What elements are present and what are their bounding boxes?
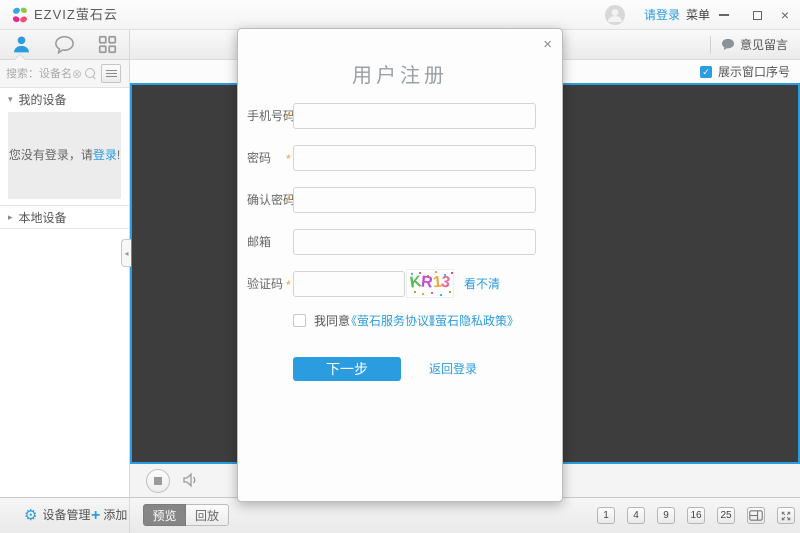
sidebar-collapse-handle[interactable]: ◂ xyxy=(121,239,131,267)
email-label: 邮箱 xyxy=(247,229,271,255)
person-icon xyxy=(11,34,32,55)
toolbar-divider xyxy=(710,36,711,54)
email-field-row: 邮箱 xyxy=(238,229,562,255)
captcha-input[interactable] xyxy=(293,271,405,297)
layout-16-button[interactable]: 16 xyxy=(687,507,705,524)
menu-lines-icon xyxy=(106,70,117,71)
minimize-icon xyxy=(719,14,729,16)
captcha-field-row: 验证码 * K R 1 3 看不清 xyxy=(238,271,562,297)
titlebar-menu-button[interactable]: 菜单 xyxy=(686,0,710,30)
agree-checkbox[interactable] xyxy=(293,314,306,327)
search-icon[interactable] xyxy=(84,67,97,80)
show-window-number-label: 展示窗口序号 xyxy=(718,63,790,80)
titlebar: EZVIZ萤石云 请登录 菜单 × xyxy=(0,0,800,30)
password-label: 密码 xyxy=(247,145,271,171)
tab-preview[interactable]: 预览 xyxy=(143,504,186,526)
tab-messages[interactable] xyxy=(43,30,86,59)
gear-icon: ⚙ xyxy=(24,498,37,533)
required-mark: * xyxy=(286,188,291,214)
captcha-image[interactable]: K R 1 3 xyxy=(406,269,454,298)
dialog-close-button[interactable]: × xyxy=(543,36,552,53)
caret-right-icon: ▸ xyxy=(8,212,13,223)
split-layout-icon xyxy=(749,510,763,521)
user-avatar-icon xyxy=(605,5,625,25)
layout-25-button[interactable]: 25 xyxy=(717,507,735,524)
login-notice-link[interactable]: 登录 xyxy=(93,148,117,162)
phone-field-row: 手机号码 * xyxy=(238,103,562,129)
layout-4-button[interactable]: 4 xyxy=(627,507,645,524)
tab-gallery[interactable] xyxy=(86,30,129,59)
mode-switcher: 预览 回放 xyxy=(143,504,229,526)
login-notice: 您没有登录，请登录! xyxy=(8,112,121,199)
feedback-label: 意见留言 xyxy=(740,36,788,53)
device-management-label: 设备管理 xyxy=(42,498,90,533)
my-devices-label: 我的设备 xyxy=(19,91,67,108)
password-input[interactable] xyxy=(293,145,536,171)
email-input[interactable] xyxy=(293,229,536,255)
device-search-bar: ⊗ xyxy=(0,60,129,88)
speaker-icon xyxy=(182,472,200,488)
layout-9-button[interactable]: 9 xyxy=(657,507,675,524)
sidebar-footer: ⚙ 设备管理 + 添加 xyxy=(0,498,130,533)
back-to-login-link[interactable]: 返回登录 xyxy=(429,357,477,381)
register-dialog: × 用户注册 手机号码 * 密码 * 确认密码 * 邮箱 验证码 * K R 1… xyxy=(237,28,563,502)
device-management-button[interactable]: ⚙ 设备管理 xyxy=(24,498,90,533)
add-device-button[interactable]: + 添加 xyxy=(91,498,127,533)
confirm-password-field-row: 确认密码 * xyxy=(238,187,562,213)
bottom-bar: ⚙ 设备管理 + 添加 预览 回放 1 4 9 16 25 xyxy=(0,497,800,533)
search-input[interactable] xyxy=(6,68,72,80)
close-icon: × xyxy=(781,7,789,23)
dialog-title: 用户注册 xyxy=(238,59,562,88)
stop-button[interactable] xyxy=(146,469,170,493)
tab-playback[interactable]: 回放 xyxy=(186,504,229,526)
maximize-icon xyxy=(753,11,762,20)
password-field-row: 密码 * xyxy=(238,145,562,171)
local-devices-label: 本地设备 xyxy=(19,209,67,226)
phone-input[interactable] xyxy=(293,103,536,129)
feedback-button[interactable]: 意见留言 xyxy=(721,36,788,53)
volume-button[interactable] xyxy=(182,472,200,491)
sidebar-tabs xyxy=(0,30,129,60)
ezviz-logo-icon xyxy=(11,6,29,24)
close-window-button[interactable]: × xyxy=(772,0,798,30)
close-icon: × xyxy=(543,36,552,53)
device-tree: ▾ 我的设备 您没有登录，请登录! ▸ 本地设备 xyxy=(0,88,129,497)
required-mark: * xyxy=(286,272,291,298)
plus-icon: + xyxy=(91,508,100,524)
layout-buttons: 1 4 9 16 25 xyxy=(597,507,795,524)
add-label: 添加 xyxy=(103,498,127,533)
avatar[interactable] xyxy=(605,5,625,25)
titlebar-login-link[interactable]: 请登录 xyxy=(644,0,680,30)
show-window-number-checkbox[interactable]: ✓ xyxy=(700,66,712,78)
chat-bubble-icon xyxy=(54,35,75,54)
app-title: EZVIZ萤石云 xyxy=(34,0,118,30)
my-devices-group[interactable]: ▾ 我的设备 xyxy=(0,88,129,111)
privacy-policy-link[interactable]: 《萤石隐私政策》 xyxy=(423,313,519,329)
grid-icon xyxy=(98,35,117,54)
collapse-arrow-icon: ◂ xyxy=(124,249,128,258)
confirm-password-input[interactable] xyxy=(293,187,536,213)
check-icon: ✓ xyxy=(702,67,710,77)
required-mark: * xyxy=(286,104,291,130)
caret-down-icon: ▾ xyxy=(8,94,13,105)
next-step-button[interactable]: 下一步 xyxy=(293,357,401,381)
maximize-button[interactable] xyxy=(744,0,770,30)
agreement-row: 我同意 《萤石服务协议》 《萤石隐私政策》 xyxy=(238,313,562,329)
custom-layout-button[interactable] xyxy=(747,507,765,524)
required-mark: * xyxy=(286,146,291,172)
list-menu-button[interactable] xyxy=(101,64,121,83)
stop-icon xyxy=(154,477,162,485)
captcha-label: 验证码 xyxy=(247,271,283,297)
local-devices-group[interactable]: ▸ 本地设备 xyxy=(0,205,129,229)
feedback-bubble-icon xyxy=(721,38,735,51)
clear-search-icon[interactable]: ⊗ xyxy=(72,67,82,81)
login-notice-text: 您没有登录，请 xyxy=(9,148,93,162)
minimize-button[interactable] xyxy=(711,0,737,30)
fullscreen-icon xyxy=(780,510,792,522)
layout-1-button[interactable]: 1 xyxy=(597,507,615,524)
fullscreen-button[interactable] xyxy=(777,507,795,524)
captcha-refresh-link[interactable]: 看不清 xyxy=(464,271,500,297)
sidebar: ⊗ ▾ 我的设备 您没有登录，请登录! ▸ 本地设备 xyxy=(0,30,130,497)
